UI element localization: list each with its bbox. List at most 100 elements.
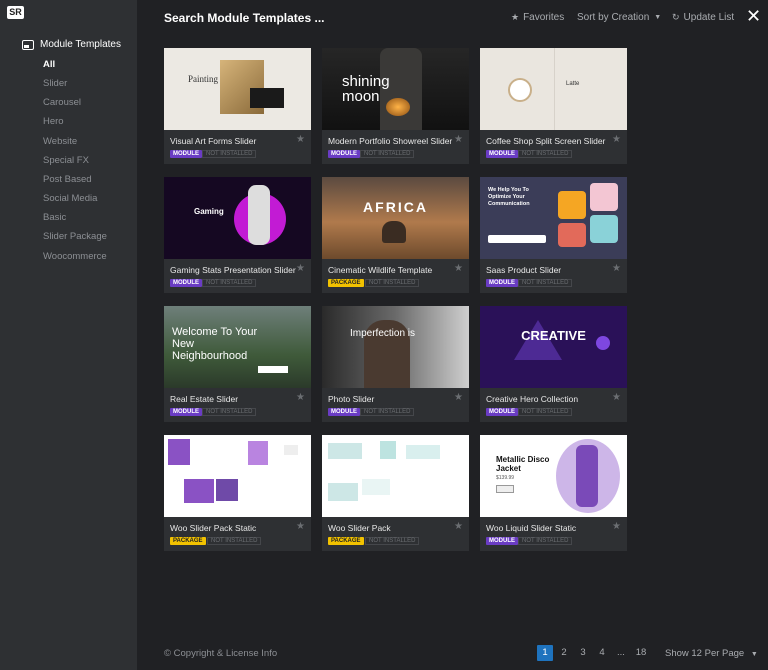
card-thumbnail: Latte — [480, 48, 627, 130]
thumb-text: Gaming — [194, 207, 224, 216]
page-3-button[interactable]: 3 — [575, 645, 591, 661]
page-4-button[interactable]: 4 — [594, 645, 610, 661]
copyright-link[interactable]: © Copyright & License Info — [164, 648, 277, 659]
category-basic[interactable]: Basic — [43, 212, 66, 223]
product-image — [184, 479, 214, 503]
template-card[interactable]: We Help You To Optimize Your Communicati… — [480, 177, 627, 293]
thumb-text: shining moon — [342, 73, 390, 105]
thumb-text: CREATIVE — [521, 328, 586, 343]
type-badge: MODULE — [486, 150, 518, 158]
thumb-text: Imperfection is — [350, 328, 416, 339]
star-icon[interactable]: ★ — [296, 134, 305, 145]
info-box — [250, 88, 284, 108]
template-card[interactable]: Gaming Gaming Stats Presentation Slider … — [164, 177, 311, 293]
template-card[interactable]: Welcome To Your New Neighbourhood Real E… — [164, 306, 311, 422]
card-thumbnail: Metallic Disco Jacket $139.99 — [480, 435, 627, 517]
card-title: Photo Slider — [328, 394, 375, 404]
category-website[interactable]: Website — [43, 136, 77, 147]
star-icon[interactable]: ★ — [296, 392, 305, 403]
search-title[interactable]: Search Module Templates ... — [164, 11, 325, 25]
star-icon[interactable]: ★ — [612, 392, 621, 403]
chevron-down-icon: ▼ — [750, 651, 758, 658]
template-card[interactable]: Woo Slider Pack ★ PACKAGE NOT INSTALLED — [322, 435, 469, 551]
chevron-down-icon: ▼ — [654, 14, 662, 21]
template-card[interactable]: Metallic Disco Jacket $139.99 Woo Liquid… — [480, 435, 627, 551]
card-title: Woo Liquid Slider Static — [486, 523, 577, 533]
page-18-button[interactable]: 18 — [633, 645, 649, 661]
page-1-button[interactable]: 1 — [537, 645, 553, 661]
star-icon[interactable]: ★ — [612, 134, 621, 145]
cta-bar — [496, 485, 514, 493]
type-badge: MODULE — [170, 408, 202, 416]
star-icon[interactable]: ★ — [454, 263, 463, 274]
status-badge: NOT INSTALLED — [360, 150, 415, 158]
status-badge: NOT INSTALLED — [202, 408, 257, 416]
avatar-tile — [558, 191, 586, 219]
elephant-image — [382, 221, 406, 243]
card-thumbnail: AFRICA — [322, 177, 469, 259]
category-post-based[interactable]: Post Based — [43, 174, 92, 185]
product-image — [248, 441, 268, 465]
type-badge: MODULE — [486, 408, 518, 416]
category-hero[interactable]: Hero — [43, 116, 64, 127]
status-badge: NOT INSTALLED — [518, 279, 573, 287]
category-all[interactable]: All — [43, 59, 55, 70]
template-card[interactable]: Woo Slider Pack Static ★ PACKAGE NOT INS… — [164, 435, 311, 551]
model-image — [576, 445, 598, 507]
template-card[interactable]: AFRICA Cinematic Wildlife Template ★ PAC… — [322, 177, 469, 293]
star-icon[interactable]: ★ — [454, 392, 463, 403]
status-badge: NOT INSTALLED — [518, 150, 573, 158]
template-card[interactable]: shining moon Modern Portfolio Showreel S… — [322, 48, 469, 164]
product-image — [328, 483, 358, 501]
update-list-button[interactable]: ↻ Update List — [672, 12, 734, 23]
per-page-dropdown[interactable]: Show 12 Per Page ▼ — [665, 648, 758, 659]
type-badge: PACKAGE — [170, 537, 206, 545]
page-2-button[interactable]: 2 — [556, 645, 572, 661]
cta-bar — [258, 366, 288, 373]
template-card[interactable]: Imperfection is Photo Slider ★ MODULE NO… — [322, 306, 469, 422]
sidebar-heading-label: Module Templates — [40, 39, 121, 50]
star-icon[interactable]: ★ — [454, 521, 463, 532]
sort-dropdown[interactable]: Sort by Creation ▼ — [577, 12, 665, 23]
star-icon[interactable]: ★ — [296, 263, 305, 274]
card-thumbnail: CREATIVE — [480, 306, 627, 388]
card-title: Woo Slider Pack — [328, 523, 391, 533]
star-icon[interactable]: ★ — [296, 521, 305, 532]
card-thumbnail — [164, 435, 311, 517]
category-social-media[interactable]: Social Media — [43, 193, 97, 204]
type-badge: MODULE — [486, 279, 518, 287]
status-badge: NOT INSTALLED — [207, 537, 262, 545]
type-badge: MODULE — [328, 150, 360, 158]
card-thumbnail: We Help You To Optimize Your Communicati… — [480, 177, 627, 259]
card-title: Real Estate Slider — [170, 394, 239, 404]
cta-bar — [488, 235, 546, 243]
category-woocommerce[interactable]: Woocommerce — [43, 251, 107, 262]
status-badge: NOT INSTALLED — [360, 408, 415, 416]
update-label: Update List — [683, 12, 735, 23]
category-carousel[interactable]: Carousel — [43, 97, 81, 108]
close-icon[interactable]: ✕ — [746, 7, 761, 25]
star-icon[interactable]: ★ — [612, 521, 621, 532]
sidebar-heading[interactable]: Module Templates — [22, 39, 121, 50]
card-thumbnail: Painting — [164, 48, 311, 130]
product-image — [406, 445, 440, 459]
page-ellipsis: ... — [617, 647, 625, 658]
template-card[interactable]: CREATIVE Creative Hero Collection ★ MODU… — [480, 306, 627, 422]
refresh-icon: ↻ — [672, 12, 680, 22]
avatar-tile — [590, 183, 618, 211]
category-slider-package[interactable]: Slider Package — [43, 231, 107, 242]
category-slider[interactable]: Slider — [43, 78, 67, 89]
favorites-button[interactable]: ★ Favorites — [511, 12, 564, 23]
sr-logo: SR — [7, 6, 24, 19]
star-icon[interactable]: ★ — [454, 134, 463, 145]
category-special-fx[interactable]: Special FX — [43, 155, 89, 166]
status-badge: NOT INSTALLED — [202, 279, 257, 287]
status-badge: NOT INSTALLED — [518, 408, 573, 416]
thumb-text: Welcome To Your New Neighbourhood — [172, 326, 258, 362]
type-badge: PACKAGE — [328, 537, 364, 545]
star-icon[interactable]: ★ — [612, 263, 621, 274]
header: Search Module Templates ... ★ Favorites … — [137, 0, 768, 36]
template-card[interactable]: Painting Visual Art Forms Slider ★ MODUL… — [164, 48, 311, 164]
star-icon: ★ — [511, 12, 520, 22]
template-card[interactable]: Latte Coffee Shop Split Screen Slider ★ … — [480, 48, 627, 164]
